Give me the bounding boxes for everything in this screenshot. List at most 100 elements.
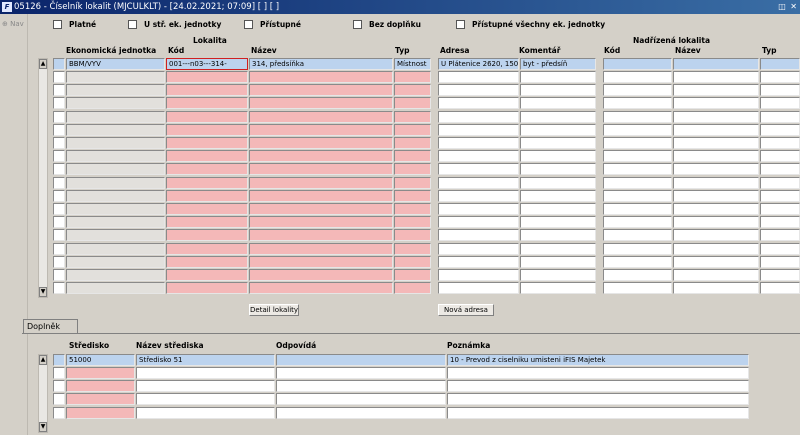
cell-odpovida[interactable] bbox=[276, 393, 446, 406]
col-header-nadrizena-kod[interactable]: Kód bbox=[604, 46, 620, 55]
cell-nazev[interactable]: 314, předsíňka bbox=[249, 58, 393, 70]
cell-komentar[interactable] bbox=[520, 255, 596, 268]
cell-kod[interactable] bbox=[166, 71, 248, 83]
scroll-up-icon[interactable]: ▲ bbox=[39, 59, 47, 69]
cell-nadrizena-nazev[interactable] bbox=[673, 71, 759, 83]
checkbox[interactable] bbox=[244, 19, 253, 29]
detail-lokality-button[interactable]: Detail lokality bbox=[249, 304, 299, 316]
cell-nadrizena-kod[interactable] bbox=[603, 189, 672, 202]
cell-nadrizena-kod[interactable] bbox=[603, 123, 672, 136]
cell-stredisko[interactable] bbox=[66, 393, 135, 406]
cell-typ[interactable] bbox=[394, 137, 431, 149]
cell-ek-jednotka[interactable] bbox=[66, 150, 165, 163]
cell-adresa[interactable]: U Plátenice 2620, 150 00 bbox=[438, 58, 519, 70]
record-indicator[interactable] bbox=[53, 229, 65, 242]
cell-nadrizena-kod[interactable] bbox=[603, 216, 672, 229]
cell-nazev[interactable] bbox=[249, 97, 393, 110]
record-indicator[interactable] bbox=[53, 123, 65, 136]
cell-nazev[interactable] bbox=[249, 71, 393, 83]
table-row[interactable] bbox=[0, 282, 800, 295]
window-controls[interactable]: ◫ ✕ bbox=[778, 0, 798, 14]
cell-typ[interactable] bbox=[394, 216, 431, 229]
record-indicator[interactable] bbox=[53, 354, 65, 366]
cell-kod[interactable] bbox=[166, 255, 248, 268]
table-row[interactable] bbox=[0, 255, 800, 269]
cell-typ[interactable] bbox=[394, 71, 431, 83]
cell-ek-jednotka[interactable] bbox=[66, 269, 165, 281]
cell-komentar[interactable] bbox=[520, 176, 596, 189]
cell-nazev[interactable] bbox=[249, 110, 393, 123]
cell-poznamka[interactable] bbox=[447, 380, 749, 393]
checkbox[interactable] bbox=[128, 19, 137, 29]
record-indicator[interactable] bbox=[53, 406, 65, 419]
cell-komentar[interactable] bbox=[520, 229, 596, 242]
col-header-ek-jednotka[interactable]: Ekonomická jednotka bbox=[66, 46, 156, 55]
cell-nazev[interactable] bbox=[249, 216, 393, 229]
cell-ek-jednotka[interactable] bbox=[66, 176, 165, 189]
nova-adresa-button[interactable]: Nová adresa bbox=[438, 304, 494, 316]
cell-adresa[interactable] bbox=[438, 163, 519, 176]
cell-nadrizena-typ[interactable] bbox=[760, 110, 800, 123]
cell-nadrizena-nazev[interactable] bbox=[673, 97, 759, 110]
record-indicator[interactable] bbox=[53, 242, 65, 255]
cell-typ[interactable] bbox=[394, 203, 431, 215]
cell-kod[interactable] bbox=[166, 84, 248, 97]
cell-nadrizena-nazev[interactable] bbox=[673, 269, 759, 281]
tab-doplnek[interactable]: Doplněk bbox=[23, 319, 78, 333]
cell-stredisko[interactable]: 51000 bbox=[66, 354, 135, 366]
record-indicator[interactable] bbox=[53, 380, 65, 393]
cell-nazev[interactable] bbox=[249, 229, 393, 242]
cell-stredisko[interactable] bbox=[66, 406, 135, 419]
cell-nadrizena-kod[interactable] bbox=[603, 150, 672, 163]
table-row[interactable] bbox=[0, 406, 800, 420]
cell-odpovida[interactable] bbox=[276, 354, 446, 366]
cell-ek-jednotka[interactable] bbox=[66, 189, 165, 202]
cell-ek-jednotka[interactable] bbox=[66, 71, 165, 83]
cell-nazev-strediska[interactable]: Středisko 51 bbox=[136, 354, 275, 366]
table-row[interactable]: BBM/VYV 001---n03---314- 314, předsíňka … bbox=[0, 58, 800, 71]
cell-kod[interactable] bbox=[166, 163, 248, 176]
cell-nadrizena-nazev[interactable] bbox=[673, 229, 759, 242]
col-header-adresa[interactable]: Adresa bbox=[440, 46, 469, 55]
cell-nazev[interactable] bbox=[249, 150, 393, 163]
cell-komentar[interactable] bbox=[520, 242, 596, 255]
cell-nadrizena-typ[interactable] bbox=[760, 229, 800, 242]
cell-nadrizena-typ[interactable] bbox=[760, 58, 800, 70]
record-indicator[interactable] bbox=[53, 58, 65, 70]
cell-nazev[interactable] bbox=[249, 163, 393, 176]
cell-nadrizena-nazev[interactable] bbox=[673, 189, 759, 202]
cell-nadrizena-kod[interactable] bbox=[603, 58, 672, 70]
cell-nadrizena-nazev[interactable] bbox=[673, 242, 759, 255]
col-header-stredisko[interactable]: Středisko bbox=[69, 341, 109, 350]
col-header-poznamka[interactable]: Poznámka bbox=[447, 341, 490, 350]
cell-adresa[interactable] bbox=[438, 229, 519, 242]
checkbox[interactable] bbox=[53, 19, 62, 29]
cell-nadrizena-kod[interactable] bbox=[603, 71, 672, 83]
cell-komentar[interactable] bbox=[520, 189, 596, 202]
table-row[interactable] bbox=[0, 97, 800, 110]
scroll-down-icon[interactable]: ▼ bbox=[39, 422, 47, 432]
cell-nazev[interactable] bbox=[249, 176, 393, 189]
cell-ek-jednotka[interactable] bbox=[66, 255, 165, 268]
cell-nadrizena-nazev[interactable] bbox=[673, 282, 759, 295]
record-indicator[interactable] bbox=[53, 163, 65, 176]
sub-grid-scrollbar[interactable]: ▲ ▼ bbox=[38, 354, 48, 433]
cell-adresa[interactable] bbox=[438, 189, 519, 202]
cell-adresa[interactable] bbox=[438, 242, 519, 255]
record-indicator[interactable] bbox=[53, 176, 65, 189]
cell-ek-jednotka[interactable] bbox=[66, 229, 165, 242]
record-indicator[interactable] bbox=[53, 150, 65, 163]
cell-nadrizena-typ[interactable] bbox=[760, 137, 800, 149]
table-row[interactable] bbox=[0, 71, 800, 84]
record-indicator[interactable] bbox=[53, 189, 65, 202]
cell-nadrizena-typ[interactable] bbox=[760, 71, 800, 83]
col-header-odpovida[interactable]: Odpovídá bbox=[276, 341, 316, 350]
cell-nazev-strediska[interactable] bbox=[136, 406, 275, 419]
cell-ek-jednotka[interactable] bbox=[66, 110, 165, 123]
cell-nadrizena-nazev[interactable] bbox=[673, 216, 759, 229]
col-header-nazev[interactable]: Název bbox=[251, 46, 277, 55]
record-indicator[interactable] bbox=[53, 282, 65, 295]
cell-nadrizena-typ[interactable] bbox=[760, 216, 800, 229]
cell-kod[interactable] bbox=[166, 229, 248, 242]
cell-nadrizena-kod[interactable] bbox=[603, 176, 672, 189]
